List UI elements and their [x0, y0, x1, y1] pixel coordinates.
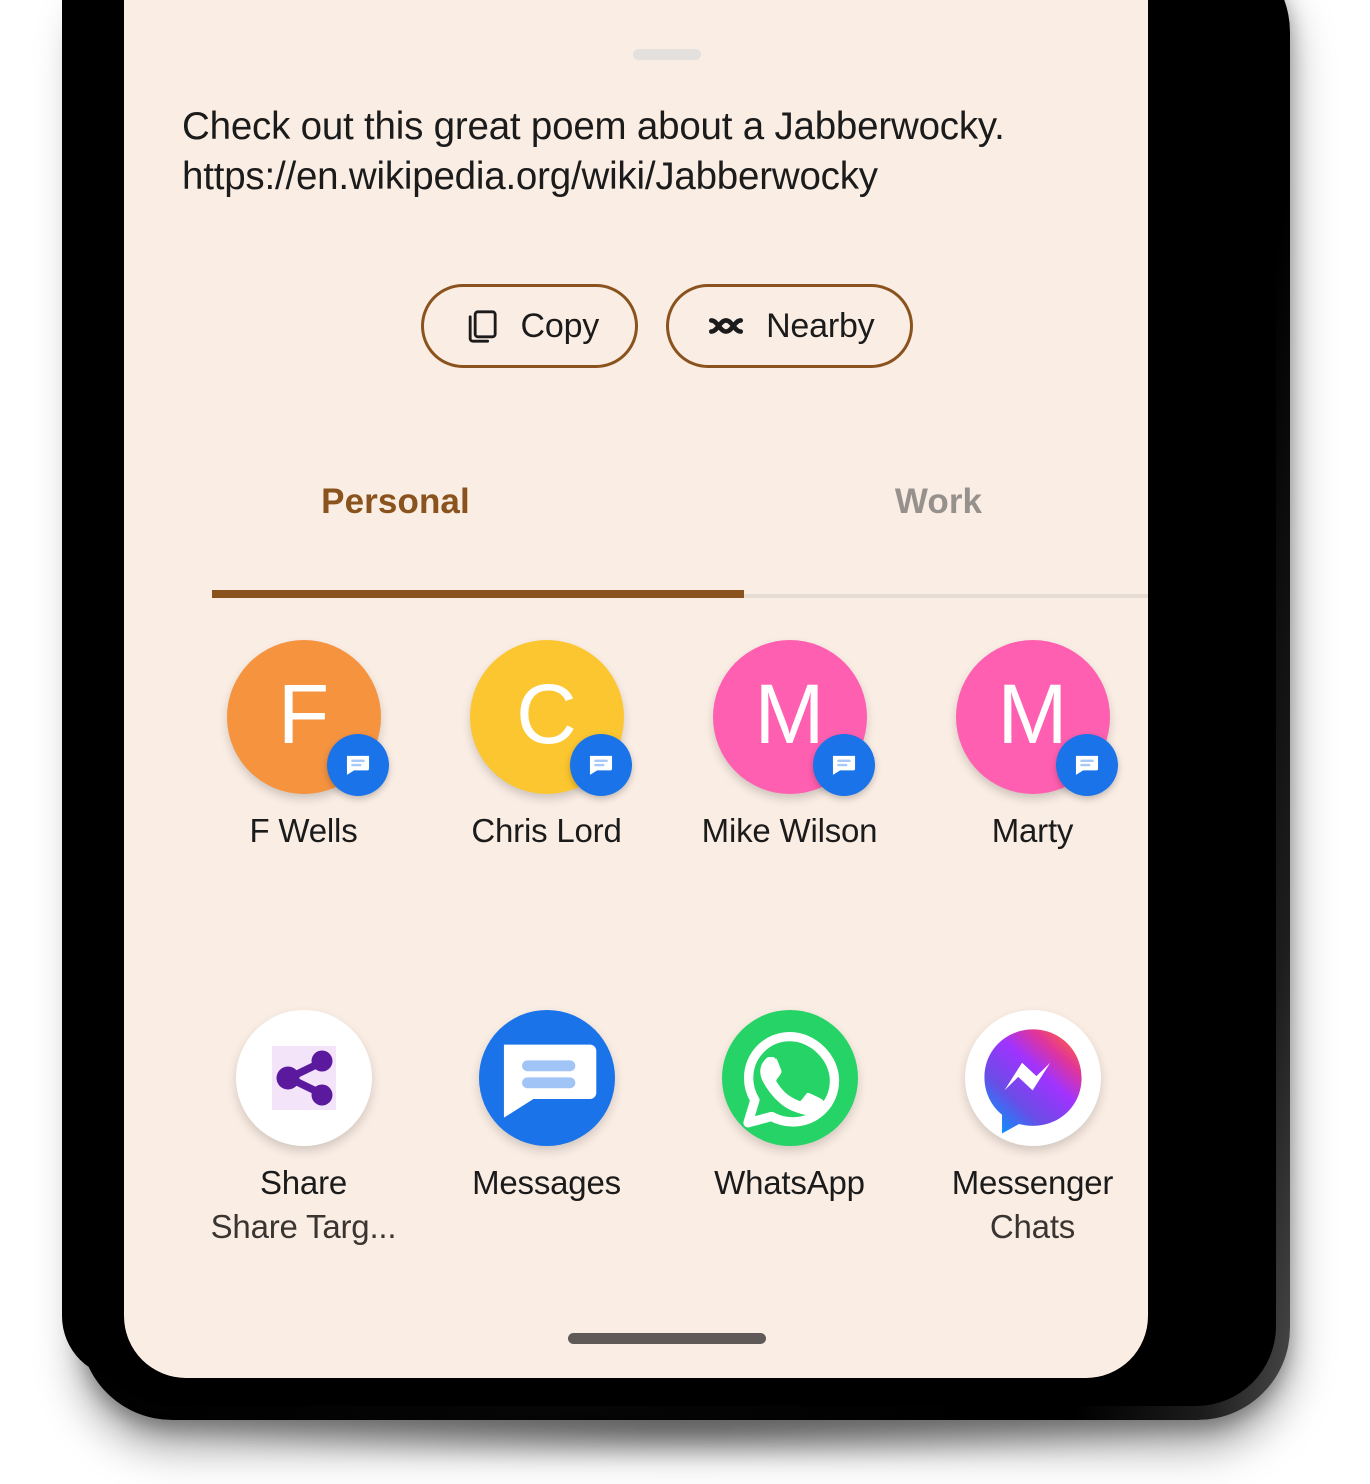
- avatar-initial: M: [754, 667, 825, 761]
- contact-target-f-wells[interactable]: F F Wells: [182, 640, 425, 850]
- tab-work[interactable]: Work: [667, 466, 1148, 594]
- direct-share-contact-grid: F F Wells C Chris Lord M Mike Wilson M M…: [182, 640, 1148, 850]
- share-nodes-icon: [235, 1010, 372, 1146]
- sheet-drag-handle[interactable]: [633, 49, 701, 60]
- contact-name: Chris Lord: [471, 812, 622, 849]
- tab-personal-label: Personal: [321, 482, 470, 521]
- share-preview-text: Check out this great poem about a Jabber…: [182, 105, 1005, 198]
- avatar-initial: M: [997, 667, 1068, 761]
- copy-button[interactable]: Copy: [420, 284, 639, 368]
- avatar: F: [226, 640, 389, 796]
- avatar: M: [955, 640, 1118, 796]
- app-target-grid: Share Share Targ... Messages WhatsApp Me…: [182, 1010, 1148, 1246]
- app-target-share[interactable]: Share Share Targ...: [182, 1010, 425, 1246]
- nearby-share-button-label: Nearby: [766, 306, 875, 345]
- nearby-share-button[interactable]: Nearby: [666, 284, 914, 368]
- app-target-whatsapp[interactable]: WhatsApp: [668, 1010, 911, 1246]
- quick-action-row: Copy Nearby: [124, 284, 1148, 368]
- app-label: Share: [259, 1164, 348, 1201]
- phone-screen: Check out this great poem about a Jabber…: [62, 0, 1148, 1378]
- tab-active-indicator: [212, 590, 744, 598]
- avatar: C: [469, 640, 632, 796]
- messages-badge-icon: [812, 734, 875, 796]
- contact-name: F Wells: [249, 812, 358, 849]
- app-label: Messages: [472, 1164, 621, 1201]
- avatar: M: [712, 640, 875, 796]
- contact-target-mike-wilson[interactable]: M Mike Wilson: [668, 640, 911, 850]
- contact-name: Mike Wilson: [701, 812, 878, 849]
- contact-name: Marty: [991, 812, 1074, 849]
- messages-badge-icon: [326, 734, 389, 796]
- whatsapp-icon: [721, 1010, 858, 1146]
- android-share-sheet: Check out this great poem about a Jabber…: [124, 0, 1148, 1378]
- tab-personal[interactable]: Personal: [124, 466, 667, 594]
- app-target-messenger[interactable]: Messenger Chats: [911, 1010, 1148, 1246]
- copy-button-label: Copy: [520, 306, 600, 345]
- app-sublabel: Share Targ...: [210, 1208, 397, 1245]
- contact-target-chris-lord[interactable]: C Chris Lord: [425, 640, 668, 850]
- app-sublabel: Chats: [989, 1208, 1076, 1245]
- app-label: WhatsApp: [714, 1164, 865, 1201]
- messages-badge-icon: [569, 734, 632, 796]
- messages-badge-icon: [1055, 734, 1118, 796]
- avatar-initial: F: [277, 667, 330, 761]
- device-drop-shadow: [120, 1400, 1250, 1462]
- app-label: Messenger: [951, 1164, 1114, 1201]
- gesture-navigation-bar[interactable]: [568, 1333, 766, 1344]
- nearby-share-icon: [705, 305, 747, 347]
- tab-work-label: Work: [894, 482, 983, 521]
- contact-target-marty[interactable]: M Marty: [911, 640, 1148, 850]
- messenger-icon: [964, 1010, 1101, 1146]
- profile-tab-bar: Personal Work: [124, 466, 1148, 594]
- copy-icon: [460, 305, 502, 347]
- app-target-messages[interactable]: Messages: [425, 1010, 668, 1246]
- messages-icon: [478, 1010, 615, 1146]
- avatar-initial: C: [516, 667, 577, 761]
